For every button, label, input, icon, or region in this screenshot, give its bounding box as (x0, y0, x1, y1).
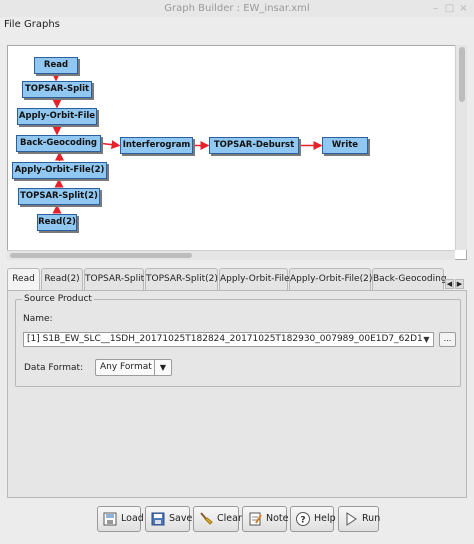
action-buttons: Load Save Clear Note ? Help Run (0, 506, 474, 532)
source-product-title: Source Product (22, 294, 94, 304)
tab-scroll-left-icon[interactable]: ◀ (445, 279, 454, 289)
menu-graphs[interactable]: Graphs (24, 19, 60, 30)
load-label: Load (121, 513, 144, 524)
tab-read[interactable]: Read (7, 268, 40, 291)
note-label: Note (266, 513, 289, 524)
tab-topsar-split[interactable]: TOPSAR-Split (84, 268, 144, 290)
data-format-value: Any Format (100, 362, 152, 372)
chevron-down-icon[interactable]: ▼ (154, 360, 171, 375)
tab-topsar-split-2[interactable]: TOPSAR-Split(2) (145, 268, 218, 290)
graph-node-topsar-deburst[interactable]: TOPSAR-Deburst (209, 137, 299, 154)
data-format-label: Data Format: (24, 363, 84, 373)
chevron-down-icon[interactable]: ▼ (421, 334, 432, 345)
graph-canvas[interactable]: Read TOPSAR-Split Apply-Orbit-File Back-Geo… (8, 46, 456, 249)
source-product-select[interactable]: [1] S1B_EW_SLC__1SDH_20171025T182824_201… (23, 332, 434, 347)
graph-node-apply-orbit-file[interactable]: Apply-Orbit-File (17, 108, 97, 125)
load-icon (103, 512, 117, 526)
tab-apply-orbit-file[interactable]: Apply-Orbit-File (219, 268, 290, 290)
graph-node-apply-orbit-file-2[interactable]: Apply-Orbit-File(2) (12, 162, 107, 179)
tab-apply-orbit-file-2[interactable]: Apply-Orbit-File(2) (289, 268, 372, 290)
menu-file[interactable]: File (4, 19, 21, 30)
graph-node-read[interactable]: Read (34, 57, 78, 74)
vertical-scroll-thumb[interactable] (459, 47, 465, 102)
maximize-icon[interactable]: □ (444, 3, 455, 14)
help-icon: ? (296, 512, 310, 526)
name-label: Name: (23, 314, 53, 324)
title-bar: Graph Builder : EW_insar.xml – □ × (0, 0, 474, 17)
operator-tabs: Read Read(2) TOPSAR-Split TOPSAR-Split(2… (7, 268, 467, 291)
tab-read-2[interactable]: Read(2) (41, 268, 83, 290)
clear-button[interactable]: Clear (193, 506, 242, 532)
source-product-value: [1] S1B_EW_SLC__1SDH_20171025T182824_201… (27, 334, 423, 344)
save-icon (151, 512, 165, 526)
save-label: Save (169, 513, 193, 524)
menu-bar: File Graphs (0, 17, 474, 34)
svg-text:?: ? (300, 516, 305, 526)
source-product-group: Source Product Name: [1] S1B_EW_SLC__1SD… (15, 294, 461, 387)
tab-panel: Source Product Name: [1] S1B_EW_SLC__1SD… (7, 290, 467, 498)
clear-label: Clear (217, 513, 242, 524)
graph-node-back-geocoding[interactable]: Back-Geocoding (16, 135, 101, 152)
graph-node-write[interactable]: Write (322, 137, 368, 154)
broom-icon (200, 512, 213, 525)
run-label: Run (362, 513, 381, 524)
tab-scroll-right-icon[interactable]: ▶ (455, 279, 464, 289)
horizontal-scroll-thumb[interactable] (10, 253, 192, 258)
window-title: Graph Builder : EW_insar.xml (164, 3, 310, 14)
run-button[interactable]: Run (338, 506, 381, 532)
note-icon (249, 512, 262, 526)
save-button[interactable]: Save (145, 506, 193, 532)
help-button[interactable]: ? Help (290, 506, 336, 532)
graph-node-topsar-split[interactable]: TOPSAR-Split (22, 81, 92, 98)
graph-canvas-frame: Read TOPSAR-Split Apply-Orbit-File Back-Geo… (7, 45, 467, 260)
vertical-scrollbar[interactable] (455, 45, 467, 250)
graph-node-interferogram[interactable]: Interferogram (120, 137, 193, 154)
tab-back-geocoding[interactable]: Back-Geocoding (372, 268, 447, 290)
play-icon (346, 512, 357, 526)
horizontal-scrollbar[interactable] (7, 250, 455, 260)
data-format-select[interactable]: Any Format ▼ (95, 359, 172, 376)
minimize-icon[interactable]: – (430, 3, 441, 14)
graph-edge-back-geocoding-to-interferogram (101, 140, 121, 150)
help-label: Help (314, 513, 336, 524)
close-icon[interactable]: × (458, 3, 469, 14)
graph-node-read-2[interactable]: Read(2) (37, 214, 77, 231)
load-button[interactable]: Load (97, 506, 144, 532)
note-button[interactable]: Note (242, 506, 289, 532)
browse-button[interactable]: ... (439, 332, 456, 347)
graph-node-topsar-split-2[interactable]: TOPSAR-Split(2) (18, 188, 100, 205)
